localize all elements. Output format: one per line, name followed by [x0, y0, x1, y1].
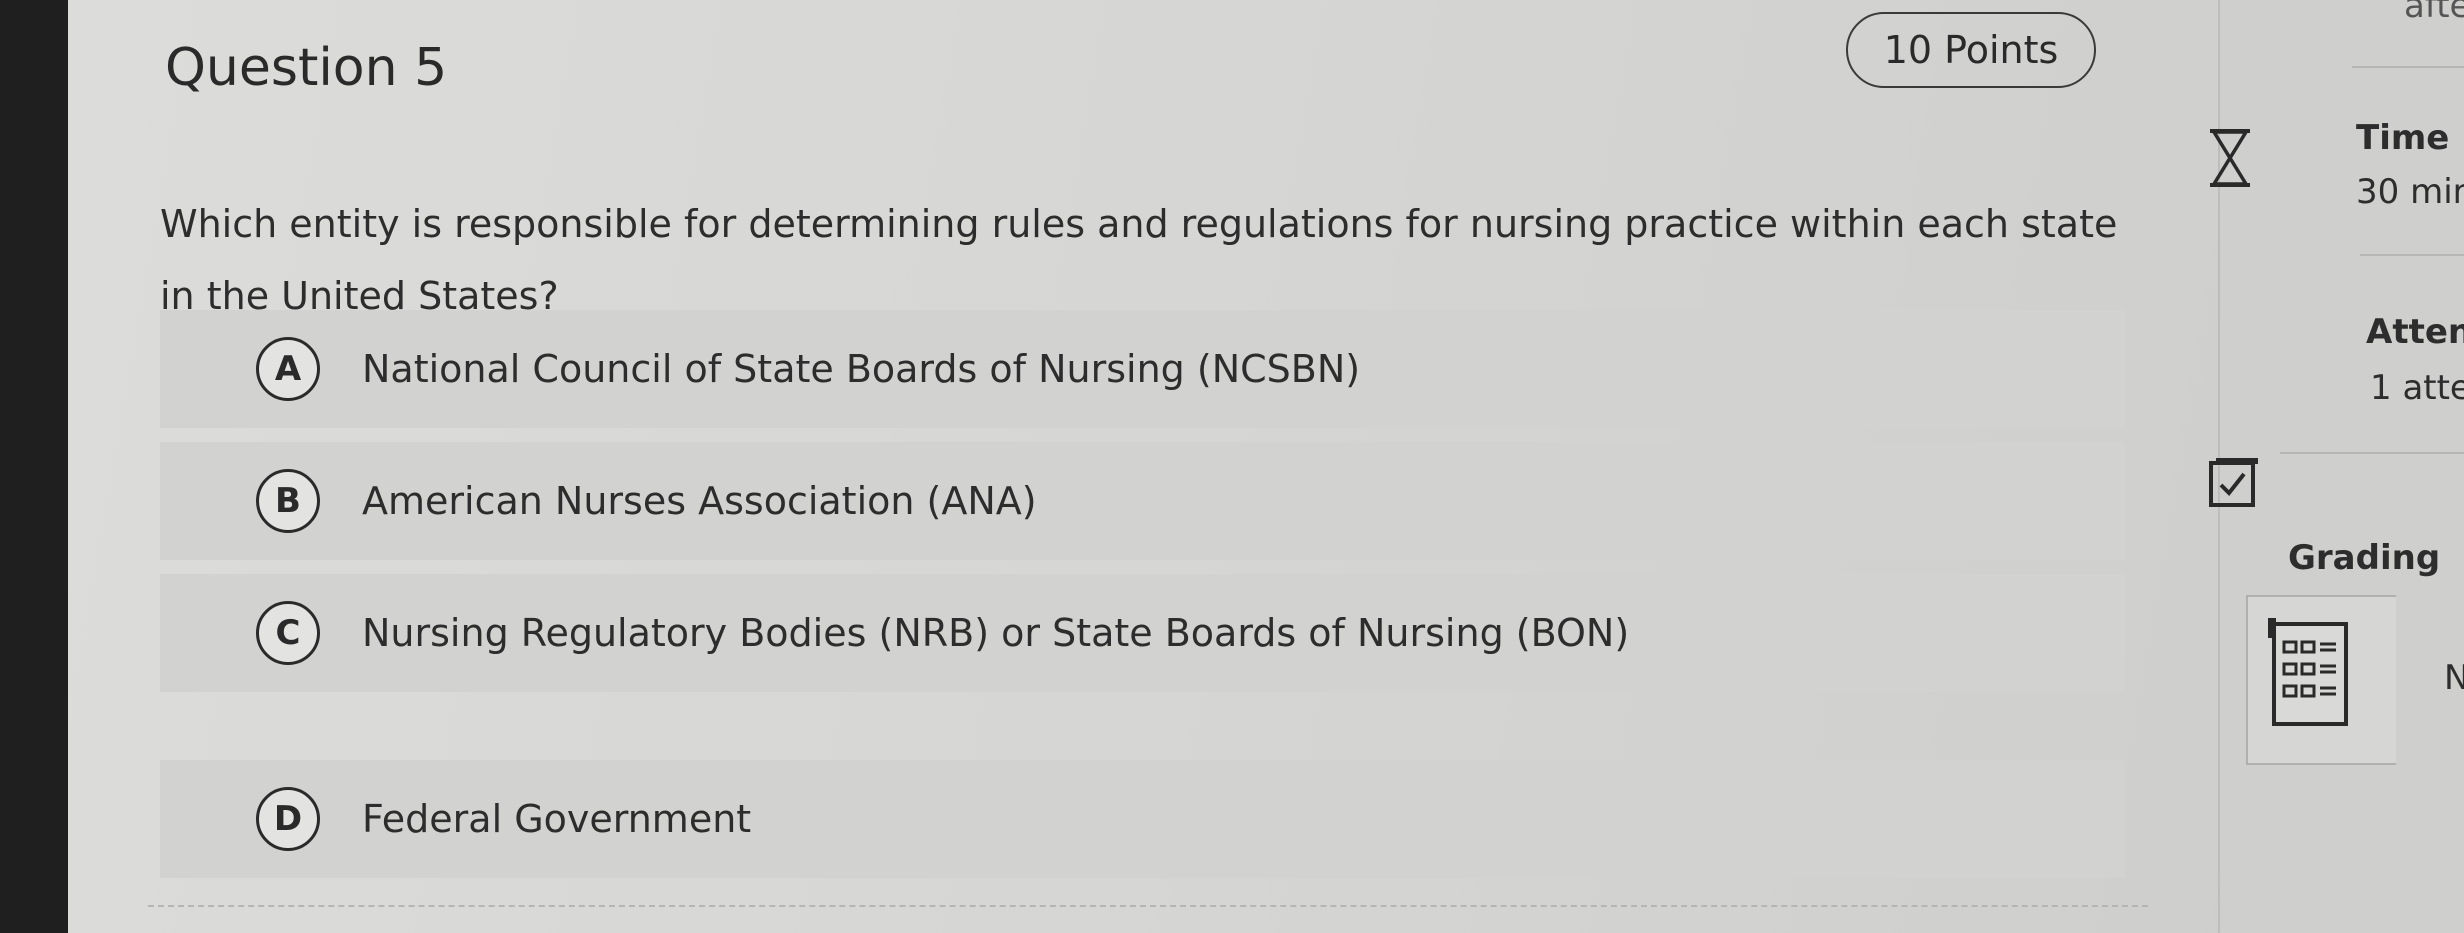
option-d-text: Federal Government: [362, 797, 752, 841]
calculator-icon: [2268, 618, 2348, 726]
option-a-letter: A: [256, 337, 320, 401]
attempts-label: Atten: [2366, 312, 2464, 352]
sidebar-divider-1: [2352, 66, 2464, 68]
question-title: Question 5: [165, 38, 448, 98]
sidebar-top-text: afte: [2404, 0, 2464, 26]
time-limit-value: 30 mir: [2356, 172, 2464, 212]
option-d-letter: D: [256, 787, 320, 851]
sidebar-divider-3: [2280, 452, 2464, 454]
grading-side-letter: N: [2444, 658, 2464, 698]
checkbox-checked-icon: [2209, 458, 2258, 507]
sidebar-divider-2: [2360, 254, 2464, 256]
option-c-text: Nursing Regulatory Bodies (NRB) or State…: [362, 611, 1630, 655]
bottom-divider: [148, 905, 2148, 907]
hourglass-icon: [2210, 129, 2250, 187]
option-b-text: American Nurses Association (ANA): [362, 479, 1037, 523]
option-b[interactable]: B American Nurses Association (ANA): [160, 442, 2125, 560]
question-panel: Question 5 10 Points Which entity is res…: [68, 0, 2218, 933]
option-a-text: National Council of State Boards of Nurs…: [362, 347, 1361, 391]
option-d[interactable]: D Federal Government: [160, 760, 2125, 878]
grading-label: Grading: [2288, 538, 2441, 578]
attempts-value: 1 atte: [2370, 368, 2464, 408]
points-badge: 10 Points: [1846, 12, 2096, 88]
option-a[interactable]: A National Council of State Boards of Nu…: [160, 310, 2125, 428]
option-c-letter: C: [256, 601, 320, 665]
option-c[interactable]: C Nursing Regulatory Bodies (NRB) or Sta…: [160, 574, 2125, 692]
quiz-screen: Question 5 10 Points Which entity is res…: [68, 0, 2464, 933]
option-b-letter: B: [256, 469, 320, 533]
time-limit-label: Time l: [2356, 118, 2464, 158]
